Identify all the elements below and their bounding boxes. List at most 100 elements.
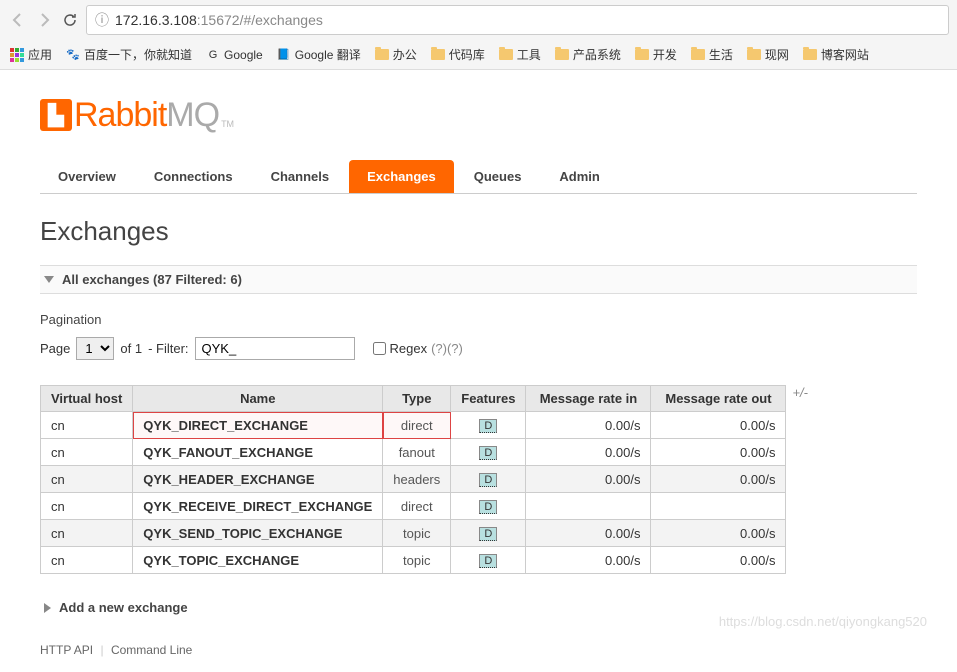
bookmark-item[interactable]: 代码库	[431, 46, 485, 63]
section-all-label: All exchanges (87 Filtered: 6)	[62, 272, 242, 287]
pagination-controls: Page 1 of 1 - Filter: Regex (?)(?)	[40, 337, 917, 360]
th-type[interactable]: Type	[383, 386, 451, 412]
logo-mq: MQ	[166, 96, 219, 135]
tab-admin[interactable]: Admin	[541, 160, 617, 193]
chevron-down-icon	[44, 276, 54, 283]
th-features[interactable]: Features	[451, 386, 526, 412]
bookmark-item[interactable]: 产品系统	[555, 46, 621, 63]
reload-icon[interactable]	[60, 10, 80, 30]
cli-link[interactable]: Command Line	[111, 643, 192, 657]
page-title: Exchanges	[40, 216, 917, 247]
cell-rate-in: 0.00/s	[526, 412, 651, 439]
bookmark-item[interactable]: 📘Google 翻译	[277, 46, 361, 63]
cell-vhost: cn	[41, 520, 133, 547]
cell-features: D	[451, 520, 526, 547]
table-row: cnQYK_FANOUT_EXCHANGEfanoutD0.00/s0.00/s	[41, 439, 786, 466]
regex-checkbox[interactable]	[373, 342, 386, 355]
cell-rate-in	[526, 493, 651, 520]
th-name[interactable]: Name	[133, 386, 383, 412]
url-port: :15672	[197, 12, 240, 28]
cell-rate-in: 0.00/s	[526, 520, 651, 547]
bookmark-item[interactable]: 开发	[635, 46, 677, 63]
folder-icon	[375, 49, 389, 60]
tab-channels[interactable]: Channels	[253, 160, 348, 193]
info-icon: ⓘ	[95, 10, 109, 30]
cell-rate-out: 0.00/s	[651, 466, 786, 493]
cell-vhost: cn	[41, 412, 133, 439]
th-rate-out[interactable]: Message rate out	[651, 386, 786, 412]
cell-type: fanout	[383, 439, 451, 466]
table-row: cnQYK_DIRECT_EXCHANGEdirectD0.00/s0.00/s	[41, 412, 786, 439]
table-columns-toggle[interactable]: +/-	[792, 385, 808, 400]
cell-name[interactable]: QYK_DIRECT_EXCHANGE	[133, 412, 383, 439]
folder-icon	[431, 49, 445, 60]
cell-vhost: cn	[41, 466, 133, 493]
cell-type: topic	[383, 520, 451, 547]
bookmark-item[interactable]: GGoogle	[206, 46, 263, 63]
table-row: cnQYK_HEADER_EXCHANGEheadersD0.00/s0.00/…	[41, 466, 786, 493]
page-select[interactable]: 1	[76, 337, 114, 360]
tab-exchanges[interactable]: Exchanges	[349, 160, 454, 193]
cell-name[interactable]: QYK_HEADER_EXCHANGE	[133, 466, 383, 493]
section-all-exchanges[interactable]: All exchanges (87 Filtered: 6)	[40, 265, 917, 294]
url-bar[interactable]: ⓘ 172.16.3.108:15672/#/exchanges	[86, 5, 949, 35]
bookmark-item[interactable]: 生活	[691, 46, 733, 63]
cell-type: direct	[383, 493, 451, 520]
apps-launcher[interactable]: 应用	[10, 46, 52, 63]
bookmark-item[interactable]: 博客网站	[803, 46, 869, 63]
cell-name[interactable]: QYK_RECEIVE_DIRECT_EXCHANGE	[133, 493, 383, 520]
tab-overview[interactable]: Overview	[40, 160, 134, 193]
cell-rate-out: 0.00/s	[651, 439, 786, 466]
folder-icon	[747, 49, 761, 60]
cell-rate-in: 0.00/s	[526, 466, 651, 493]
rabbitmq-logo: ▙ RabbitMQ TM	[40, 95, 917, 135]
bookmark-item[interactable]: 工具	[499, 46, 541, 63]
regex-help[interactable]: (?)(?)	[431, 341, 463, 356]
browser-chrome: ⓘ 172.16.3.108:15672/#/exchanges 应用 🐾百度一…	[0, 0, 957, 70]
durable-badge: D	[479, 500, 497, 514]
tab-connections[interactable]: Connections	[136, 160, 251, 193]
favicon-icon: 📘	[277, 48, 291, 62]
footer-sep: |	[100, 643, 103, 657]
logo-tm: TM	[221, 119, 234, 129]
bookmark-item[interactable]: 办公	[375, 46, 417, 63]
cell-name[interactable]: QYK_FANOUT_EXCHANGE	[133, 439, 383, 466]
cell-rate-in: 0.00/s	[526, 547, 651, 574]
pagination-heading: Pagination	[40, 312, 917, 327]
footer: HTTP API | Command Line	[40, 643, 917, 657]
chevron-right-icon	[44, 603, 51, 613]
apps-label: 应用	[28, 46, 52, 63]
main-content: ▙ RabbitMQ TM OverviewConnectionsChannel…	[0, 70, 957, 672]
table-row: cnQYK_SEND_TOPIC_EXCHANGEtopicD0.00/s0.0…	[41, 520, 786, 547]
section-add-exchange[interactable]: Add a new exchange	[40, 594, 917, 621]
cell-type: topic	[383, 547, 451, 574]
folder-icon	[691, 49, 705, 60]
filter-label: - Filter:	[148, 341, 188, 356]
cell-name[interactable]: QYK_SEND_TOPIC_EXCHANGE	[133, 520, 383, 547]
logo-mark-icon: ▙	[40, 99, 72, 131]
url-host: 172.16.3.108	[115, 12, 197, 28]
cell-features: D	[451, 547, 526, 574]
http-api-link[interactable]: HTTP API	[40, 643, 93, 657]
durable-badge: D	[479, 554, 497, 568]
tab-queues[interactable]: Queues	[456, 160, 540, 193]
page-label: Page	[40, 341, 70, 356]
th-rate-in[interactable]: Message rate in	[526, 386, 651, 412]
nav-tabs: OverviewConnectionsChannelsExchangesQueu…	[40, 160, 917, 194]
cell-features: D	[451, 493, 526, 520]
th-vhost[interactable]: Virtual host	[41, 386, 133, 412]
cell-features: D	[451, 412, 526, 439]
exchanges-table: Virtual host Name Type Features Message …	[40, 385, 786, 574]
filter-input[interactable]	[195, 337, 355, 360]
folder-icon	[555, 49, 569, 60]
cell-name[interactable]: QYK_TOPIC_EXCHANGE	[133, 547, 383, 574]
cell-type: headers	[383, 466, 451, 493]
bookmark-item[interactable]: 现网	[747, 46, 789, 63]
cell-features: D	[451, 466, 526, 493]
back-icon[interactable]	[8, 10, 28, 30]
forward-icon[interactable]	[34, 10, 54, 30]
of-label: of 1	[120, 341, 142, 356]
bookmark-item[interactable]: 🐾百度一下，你就知道	[66, 46, 192, 63]
cell-rate-out: 0.00/s	[651, 520, 786, 547]
folder-icon	[499, 49, 513, 60]
